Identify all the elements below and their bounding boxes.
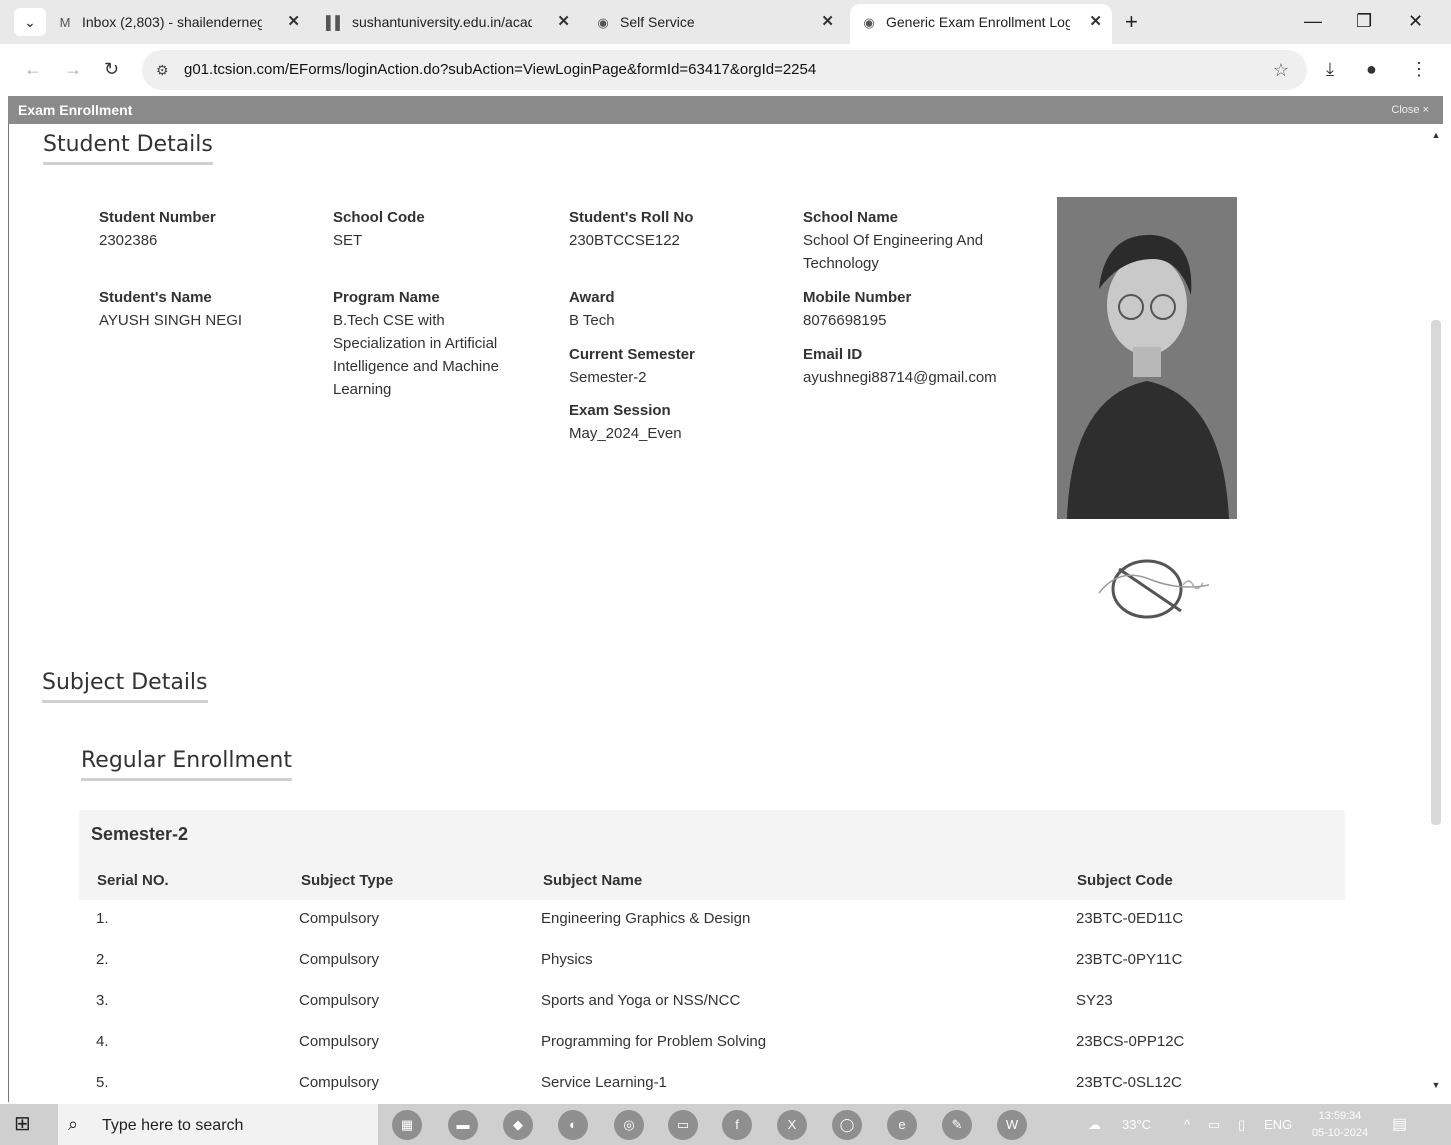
scroll-down-icon[interactable]: ▼ [1429,1080,1443,1090]
restore-icon[interactable]: ❐ [1356,6,1372,36]
award-field: Award B Tech [569,289,615,329]
menu-kebab-icon[interactable]: ⋮ [1410,56,1428,82]
bookmark-star-icon[interactable]: ☆ [1273,50,1289,90]
modal-close-button[interactable]: Close × [1391,96,1429,124]
tab-sushant[interactable]: ▌▌ sushantuniversity.edu.in/acade ✕ [326,6,576,38]
excel-icon[interactable]: X [777,1110,807,1140]
close-tab-icon[interactable]: ✕ [821,6,834,38]
gmail-icon: M [59,15,71,30]
browser-tab-bar: ⌄ M Inbox (2,803) - shailendernegi ✕ ▌▌ su… [0,0,1451,44]
scroll-up-icon[interactable]: ▲ [1429,130,1443,140]
column-header: Serial NO. [97,872,169,889]
modal-header: Exam Enrollment Close × [8,96,1443,124]
facebook-icon[interactable]: f [722,1110,752,1140]
modal-title: Exam Enrollment [18,102,133,118]
task-view-icon[interactable]: ▦ [392,1110,422,1140]
taskbar-search[interactable]: ⌕ Type here to search [58,1104,378,1145]
windows-start-icon[interactable]: ⊞ [14,1112,31,1136]
app-icon[interactable]: ✎ [942,1110,972,1140]
browser-toolbar: ← → ↻ ⚙ g01.tcsion.com/EForms/loginActio… [0,44,1451,96]
notifications-icon[interactable]: ▤ [1392,1104,1407,1145]
chrome-icon[interactable]: ◎ [614,1110,644,1140]
current-semester-field: Current Semester Semester-2 [569,346,695,386]
address-bar[interactable]: ⚙ g01.tcsion.com/EForms/loginAction.do?s… [142,50,1307,90]
close-tab-icon[interactable]: ✕ [287,6,300,38]
back-icon[interactable]: ← [24,56,42,82]
column-header: Subject Code [1077,872,1173,889]
search-icon: ⌕ [68,1114,79,1134]
exam-session-field: Exam Session May_2024_Even [569,402,682,442]
school-name-field: School Name School Of Engineering And Te… [803,209,984,272]
app-icon[interactable]: ◯ [832,1110,862,1140]
tab-exam-enrollment[interactable]: ◉ Generic Exam Enrollment Login ✕ [850,4,1112,44]
semester-title: Semester-2 [91,824,189,844]
mobile-number-field: Mobile Number 8076698195 [803,289,912,329]
table-row: 1. Compulsory Engineering Graphics & Des… [96,910,1184,927]
url-text[interactable]: g01.tcsion.com/EForms/loginAction.do?sub… [184,50,816,90]
student-photo [1057,197,1237,519]
roll-no-field: Student's Roll No 230BTCCSE122 [569,209,694,249]
program-name-field: Program Name B.Tech CSE with Specializat… [333,289,499,398]
student-name-field: Student's Name AYUSH SINGH NEGI [99,289,243,329]
reload-icon[interactable]: ↻ [104,56,119,82]
language[interactable]: ENG [1264,1104,1292,1145]
word-icon[interactable]: W [997,1110,1027,1140]
tab-self-service[interactable]: ◉ Self Service ✕ [594,6,840,38]
tray-chevron-icon[interactable]: ^ [1184,1104,1190,1145]
download-icon[interactable]: ⤓ [1326,56,1334,82]
semester-table-header: Semester-2 Serial NO. Subject Type Subje… [79,810,1345,900]
scrollbar-thumb[interactable] [1431,320,1441,825]
forward-icon[interactable]: → [64,56,82,82]
site-settings-icon[interactable]: ⚙ [156,50,169,90]
content-scrollbar[interactable]: ▲ ▼ [1429,130,1443,1100]
close-tab-icon[interactable]: ✕ [1089,4,1102,40]
regular-enrollment-title: Regular Enrollment [81,748,292,781]
student-details-title: Student Details [43,132,213,165]
profile-icon[interactable]: ● [1366,56,1377,82]
table-row: 4. Compulsory Programming for Problem So… [96,1033,1185,1050]
table-row: 5. Compulsory Service Learning-1 23BTC-0… [96,1074,1182,1091]
network-icon[interactable]: ▭ [1208,1104,1220,1145]
app-icon[interactable]: ▭ [668,1110,698,1140]
table-row: 2. Compulsory Physics 23BTC-0PY11C [96,951,1183,968]
windows-taskbar: ⊞ ⌕ Type here to search ▦ ▬ ◆ ◐ ◎ ▭ f X … [0,1104,1451,1145]
new-tab-icon[interactable]: + [1125,6,1138,38]
edge-icon[interactable]: e [887,1110,917,1140]
tab-gmail[interactable]: M Inbox (2,803) - shailendernegi ✕ [56,6,306,38]
enrollment-content: Student Details Student Number 2302386 S… [8,124,1443,1102]
store-icon[interactable]: ◆ [503,1110,533,1140]
close-tab-icon[interactable]: ✕ [557,6,570,38]
globe-icon: ◉ [597,15,609,30]
file-explorer-icon[interactable]: ▬ [448,1110,478,1140]
minimize-icon[interactable]: — [1304,6,1322,36]
column-header: Subject Type [301,872,394,889]
email-field: Email ID ayushnegi88714@gmail.com [803,346,997,386]
battery-icon[interactable]: ▯ [1238,1104,1245,1145]
temperature: 33°C [1122,1117,1152,1132]
close-window-icon[interactable]: ✕ [1408,6,1423,36]
globe-icon: ◉ [863,15,875,30]
weather-icon[interactable]: ☁ [1088,1104,1101,1145]
student-number-field: Student Number 2302386 [99,209,216,249]
school-code-field: School Code SET [333,209,425,249]
table-row: 3. Compulsory Sports and Yoga or NSS/NCC… [96,992,1113,1009]
app-icon[interactable]: ◐ [558,1110,588,1140]
clock[interactable]: 13:59:34 05-10-2024 [1300,1108,1380,1142]
student-signature [1089,549,1219,629]
site-icon: ▌▌ [326,15,345,30]
tab-search-chevron-icon[interactable]: ⌄ [14,8,46,36]
subject-details-title: Subject Details [42,670,208,703]
column-header: Subject Name [543,872,643,889]
